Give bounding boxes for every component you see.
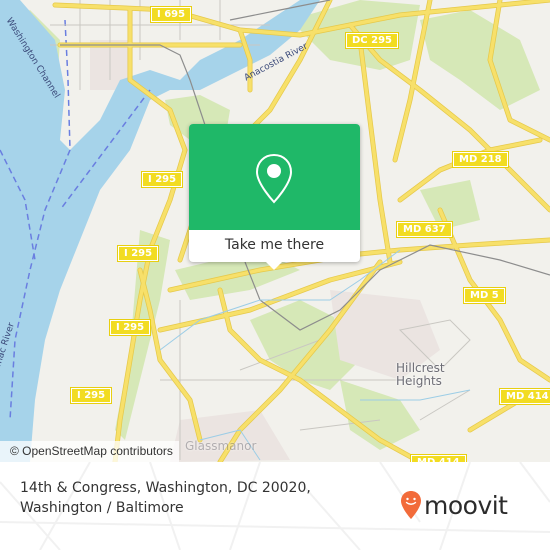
park-fort-dupont bbox=[420, 10, 540, 110]
residential-glassmanor bbox=[170, 410, 290, 462]
road-shield: MD 637 bbox=[396, 221, 453, 238]
location-address: 14th & Congress, Washington, DC 20020, W… bbox=[20, 478, 311, 518]
take-me-there-button[interactable]: Take me there bbox=[189, 230, 360, 262]
popup-pointer bbox=[265, 261, 283, 270]
address-line-2: Washington / Baltimore bbox=[20, 500, 184, 516]
road-shield: I 295 bbox=[69, 387, 113, 404]
road-shield: I 295 bbox=[116, 245, 160, 262]
footer: 14th & Congress, Washington, DC 20020, W… bbox=[0, 462, 550, 550]
road-shield: MD 414 bbox=[499, 388, 550, 405]
road-shield: MD 218 bbox=[452, 151, 509, 168]
map-attribution[interactable]: © OpenStreetMap contributors bbox=[0, 441, 179, 462]
road-shield: I 695 bbox=[149, 6, 193, 23]
address-line-1: 14th & Congress, Washington, DC 20020, bbox=[20, 480, 311, 496]
road-shield: MD 414 bbox=[410, 454, 467, 462]
location-popup: Take me there bbox=[189, 124, 360, 270]
place-label-hillcrest-heights: Hillcrest Heights bbox=[396, 361, 445, 388]
map-pin-icon bbox=[255, 153, 293, 204]
moovit-wordmark: moovit bbox=[424, 490, 508, 520]
road-shield: I 295 bbox=[140, 171, 184, 188]
road-alabama bbox=[358, 38, 392, 264]
place-label-glassmanor: Glassmanor bbox=[185, 439, 257, 453]
road-shield: MD 5 bbox=[463, 287, 506, 304]
moovit-pin-icon bbox=[401, 491, 421, 519]
road-shield: DC 295 bbox=[345, 32, 399, 49]
popup-header bbox=[189, 124, 360, 230]
map-canvas[interactable]: Washington Channel Anacostia River Potom… bbox=[0, 0, 550, 462]
moovit-logo[interactable]: moovit bbox=[400, 488, 508, 522]
road-shield: I 295 bbox=[108, 319, 152, 336]
